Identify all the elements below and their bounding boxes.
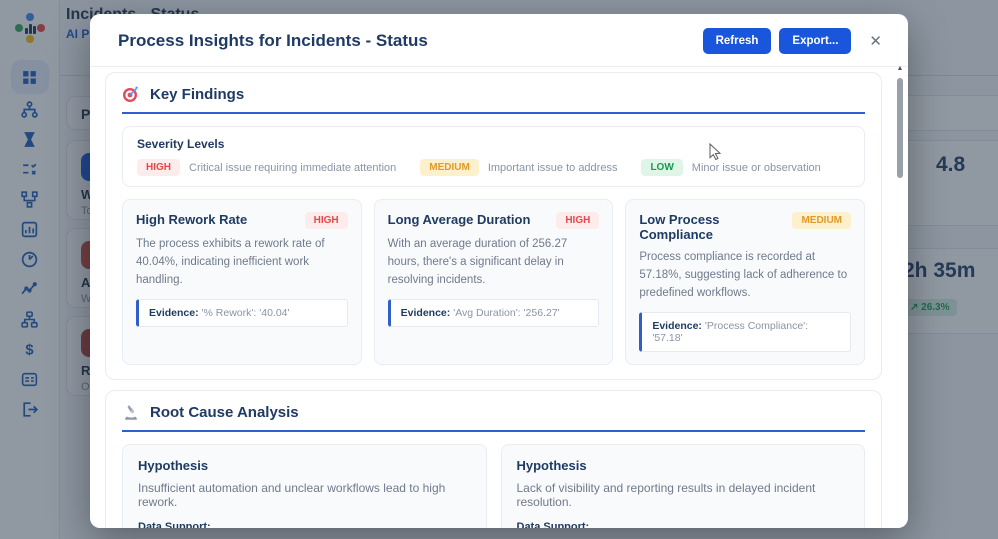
microscope-icon bbox=[122, 403, 140, 421]
key-findings-section: Key Findings Severity Levels HIGH Critic… bbox=[105, 72, 882, 380]
export-button[interactable]: Export... bbox=[779, 28, 851, 54]
severity-badge-medium: MEDIUM bbox=[420, 159, 479, 176]
hypothesis-description: Lack of visibility and reporting results… bbox=[517, 481, 850, 509]
modal-header: Process Insights for Incidents - Status … bbox=[90, 14, 908, 67]
root-cause-header: Root Cause Analysis bbox=[122, 403, 865, 432]
root-cause-title: Root Cause Analysis bbox=[150, 404, 299, 421]
finding-severity-badge: HIGH bbox=[305, 212, 348, 229]
severity-legend: HIGH Critical issue requiring immediate … bbox=[137, 159, 850, 176]
data-support-label: Data Support: bbox=[138, 521, 471, 528]
modal-scrollbar[interactable]: ▲ bbox=[895, 64, 905, 522]
hypothesis-card: Hypothesis Lack of visibility and report… bbox=[501, 444, 866, 528]
data-support-label: Data Support: bbox=[517, 521, 850, 528]
finding-evidence: Evidence: 'Process Compliance': '57.18' bbox=[639, 312, 851, 352]
finding-title: High Rework Rate bbox=[136, 212, 247, 227]
hypothesis-title: Hypothesis bbox=[517, 458, 850, 473]
mouse-cursor bbox=[709, 143, 722, 160]
finding-severity-badge: MEDIUM bbox=[792, 212, 851, 229]
evidence-label: Evidence: bbox=[149, 307, 199, 319]
finding-description: The process exhibits a rework rate of 40… bbox=[136, 236, 348, 289]
severity-desc: Critical issue requiring immediate atten… bbox=[189, 162, 396, 174]
evidence-value: 'Avg Duration': '256.27' bbox=[453, 307, 559, 319]
evidence-value: '% Rework': '40.04' bbox=[202, 307, 290, 319]
finding-card-compliance: Low Process Compliance MEDIUM Process co… bbox=[625, 199, 865, 365]
modal-title: Process Insights for Incidents - Status bbox=[118, 31, 695, 51]
severity-legend-item: HIGH Critical issue requiring immediate … bbox=[137, 159, 396, 176]
process-insights-modal: Process Insights for Incidents - Status … bbox=[90, 14, 908, 528]
finding-evidence: Evidence: 'Avg Duration': '256.27' bbox=[388, 299, 600, 327]
finding-card-duration: Long Average Duration HIGH With an avera… bbox=[374, 199, 614, 365]
key-findings-title: Key Findings bbox=[150, 86, 244, 103]
scrollbar-up-arrow[interactable]: ▲ bbox=[895, 64, 905, 74]
key-findings-header: Key Findings bbox=[122, 85, 865, 114]
finding-description: With an average duration of 256.27 hours… bbox=[388, 236, 600, 289]
finding-evidence: Evidence: '% Rework': '40.04' bbox=[136, 299, 348, 327]
hypotheses-row: Hypothesis Insufficient automation and u… bbox=[122, 444, 865, 528]
finding-description: Process compliance is recorded at 57.18%… bbox=[639, 249, 851, 302]
scrollbar-thumb[interactable] bbox=[897, 78, 903, 178]
hypothesis-title: Hypothesis bbox=[138, 458, 471, 473]
evidence-label: Evidence: bbox=[652, 320, 702, 332]
severity-badge-low: LOW bbox=[641, 159, 682, 176]
finding-severity-badge: HIGH bbox=[556, 212, 599, 229]
hypothesis-description: Insufficient automation and unclear work… bbox=[138, 481, 471, 509]
severity-badge-high: HIGH bbox=[137, 159, 180, 176]
severity-levels-title: Severity Levels bbox=[137, 137, 850, 151]
evidence-label: Evidence: bbox=[401, 307, 451, 319]
modal-body: Key Findings Severity Levels HIGH Critic… bbox=[90, 66, 888, 528]
hypothesis-card: Hypothesis Insufficient automation and u… bbox=[122, 444, 487, 528]
target-icon bbox=[122, 85, 140, 103]
severity-legend-item: MEDIUM Important issue to address bbox=[420, 159, 617, 176]
severity-desc: Important issue to address bbox=[488, 162, 618, 174]
finding-card-rework: High Rework Rate HIGH The process exhibi… bbox=[122, 199, 362, 365]
finding-title: Long Average Duration bbox=[388, 212, 531, 227]
finding-title: Low Process Compliance bbox=[639, 212, 784, 242]
severity-desc: Minor issue or observation bbox=[692, 162, 821, 174]
findings-row: High Rework Rate HIGH The process exhibi… bbox=[122, 199, 865, 365]
refresh-button[interactable]: Refresh bbox=[703, 28, 772, 54]
close-icon[interactable]: ✕ bbox=[865, 30, 886, 52]
severity-legend-item: LOW Minor issue or observation bbox=[641, 159, 820, 176]
severity-levels-card: Severity Levels HIGH Critical issue requ… bbox=[122, 126, 865, 187]
root-cause-section: Root Cause Analysis Hypothesis Insuffici… bbox=[105, 390, 882, 528]
